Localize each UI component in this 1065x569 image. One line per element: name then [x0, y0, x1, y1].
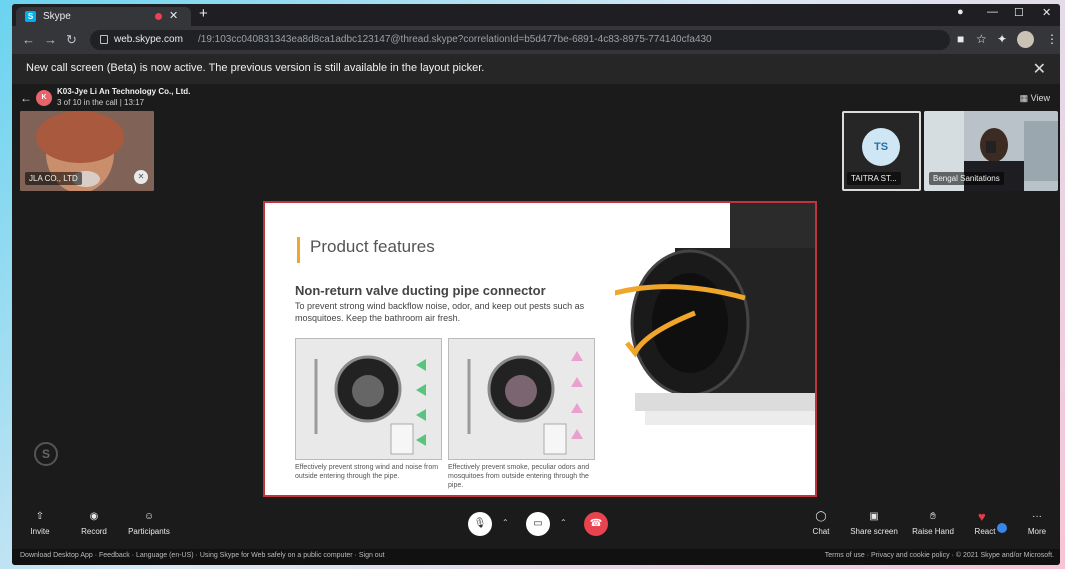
footer-link-download[interactable]: Download Desktop App	[20, 552, 93, 559]
slide-description: To prevent strong wind backflow noise, o…	[295, 301, 585, 323]
browser-window: S Skype ✕ + ● — ☐ ✕ ← → ↻ web.skype.com …	[12, 4, 1060, 565]
footer-link-feedback[interactable]: Feedback	[99, 552, 130, 559]
maximize-icon[interactable]: ☐	[1014, 6, 1024, 19]
browser-menu-icon[interactable]: ●	[957, 6, 964, 18]
footer-link-privacy[interactable]: Privacy and cookie policy	[871, 552, 950, 559]
url-path: /19:103cc040831343ea8d8ca1adbc123147@thr…	[198, 34, 712, 45]
mic-options-chevron-icon[interactable]: ⌃	[502, 518, 509, 527]
profile-avatar[interactable]	[1017, 31, 1034, 48]
record-label: Record	[81, 527, 107, 536]
recording-indicator-icon	[155, 13, 162, 20]
diagram-wind-noise	[295, 338, 442, 460]
notice-text: New call screen (Beta) is now active. Th…	[26, 62, 485, 74]
forward-icon[interactable]: →	[44, 32, 57, 47]
participant-label: TAITRA ST...	[847, 172, 901, 185]
chat-button[interactable]: ◯ Chat	[807, 511, 835, 536]
back-arrow-icon[interactable]: ←	[20, 91, 32, 105]
grid-icon: ▦	[1019, 93, 1029, 103]
hang-up-icon: ☎	[589, 518, 603, 529]
shared-screen-slide: Product features Non-return valve ductin…	[263, 201, 817, 497]
footer-copyright: © 2021 Skype and/or Microsoft.	[955, 552, 1054, 559]
title-accent-bar	[297, 237, 300, 263]
group-avatar: K	[36, 90, 52, 106]
footer-link-safety[interactable]: Using Skype for Web safely on a public c…	[200, 552, 353, 559]
more-button[interactable]: ··· More	[1022, 511, 1052, 536]
chat-icon: ◯	[815, 511, 827, 522]
participant-label: JLA CO., LTD	[25, 172, 82, 185]
chat-label: Chat	[812, 527, 830, 536]
more-dots-icon: ···	[1032, 511, 1042, 522]
participants-label: Participants	[128, 527, 170, 536]
share-invite-icon: ⇧	[35, 511, 45, 522]
caption-right: Effectively prevent smoke, peculiar odor…	[448, 464, 590, 489]
taitra-avatar: TS	[862, 128, 900, 166]
footer-link-language[interactable]: Language (en-US)	[136, 552, 194, 559]
reload-icon[interactable]: ↻	[66, 32, 77, 48]
end-call-button[interactable]: ☎	[584, 512, 608, 536]
record-icon: ◉	[89, 511, 99, 522]
camera-indicator-icon[interactable]: ■	[957, 32, 964, 46]
navigation-bar: ← → ↻ web.skype.com /19:103cc040831343ea…	[12, 26, 1060, 54]
beta-notice-banner: New call screen (Beta) is now active. Th…	[12, 54, 1060, 84]
close-tab-icon[interactable]: ✕	[169, 9, 178, 22]
wind-diagram-illustration	[296, 339, 441, 459]
more-label: More	[1027, 527, 1047, 536]
footer-right-links: Terms of use · Privacy and cookie policy…	[824, 552, 1054, 559]
skype-logo-icon: S	[34, 442, 58, 466]
caption-left: Effectively prevent strong wind and nois…	[295, 464, 439, 480]
raise-hand-label: Raise Hand	[912, 527, 954, 536]
new-tab-button[interactable]: +	[199, 5, 208, 22]
participant-label: Bengal Sanitations	[929, 172, 1004, 185]
share-screen-icon: ▣	[869, 511, 879, 522]
extensions-icon[interactable]: ✦	[997, 32, 1007, 46]
url-host: web.skype.com	[114, 34, 183, 45]
share-screen-label: Share screen	[850, 527, 898, 536]
smoke-diagram-illustration	[449, 339, 594, 459]
tab-title: Skype	[43, 11, 71, 22]
address-bar[interactable]: web.skype.com /19:103cc040831343ea8d8ca1…	[90, 30, 950, 50]
close-window-icon[interactable]: ✕	[1042, 6, 1051, 19]
participant-tile-jla[interactable]: JLA CO., LTD ✕	[20, 111, 154, 191]
footer-link-terms[interactable]: Terms of use	[825, 552, 865, 559]
participant-tile-bengal[interactable]: Bengal Sanitations	[924, 111, 1058, 191]
react-label: React	[974, 527, 996, 536]
browser-tab-skype[interactable]: S Skype ✕	[16, 7, 191, 26]
heart-icon: ♥	[978, 509, 986, 524]
group-name[interactable]: K03-Jye Li An Technology Co., Ltd.	[57, 87, 190, 96]
lock-icon	[100, 35, 108, 44]
minimize-icon[interactable]: —	[987, 6, 998, 18]
invite-label: Invite	[30, 527, 50, 536]
invite-button[interactable]: ⇧ Invite	[22, 511, 58, 536]
mic-off-icon: ✕	[134, 170, 148, 184]
slide-subtitle: Non-return valve ducting pipe connector	[295, 283, 546, 298]
slide-title: Product features	[310, 237, 435, 256]
participants-button[interactable]: ☺ Participants	[126, 511, 172, 536]
footer-link-signout[interactable]: Sign out	[359, 552, 385, 559]
call-info: 3 of 10 in the call | 13:17	[57, 98, 145, 107]
react-status-dot-icon	[997, 523, 1007, 533]
kebab-menu-icon[interactable]: ⋮	[1046, 32, 1058, 46]
microphone-button[interactable]: 🎙︎	[468, 512, 492, 536]
participants-icon: ☺	[143, 511, 155, 522]
record-button[interactable]: ◉ Record	[74, 511, 114, 536]
raise-hand-button[interactable]: ✋︎ Raise Hand	[910, 511, 956, 536]
raise-hand-icon: ✋︎	[930, 511, 936, 522]
footer-left-links: Download Desktop App · Feedback · Langua…	[20, 552, 385, 559]
back-icon[interactable]: ←	[22, 32, 35, 47]
microphone-icon: 🎙︎	[473, 518, 487, 529]
footer-bar: Download Desktop App · Feedback · Langua…	[12, 549, 1060, 565]
camera-button[interactable]: ▭	[526, 512, 550, 536]
camera-options-chevron-icon[interactable]: ⌃	[560, 518, 567, 527]
tab-strip: S Skype ✕ + ● — ☐ ✕	[12, 4, 1060, 26]
share-screen-button[interactable]: ▣ Share screen	[848, 511, 900, 536]
diagram-smoke-odor	[448, 338, 595, 460]
skype-favicon-icon: S	[25, 11, 36, 22]
participant-tile-taitra[interactable]: TS TAITRA ST...	[842, 111, 921, 191]
bookmark-star-icon[interactable]: ☆	[976, 32, 987, 46]
camera-icon: ▭	[533, 518, 543, 529]
view-button[interactable]: ▦ View	[1020, 93, 1050, 104]
close-notice-icon[interactable]: ✕	[1033, 59, 1046, 79]
view-label: View	[1030, 93, 1050, 103]
product-render-image	[615, 203, 815, 425]
